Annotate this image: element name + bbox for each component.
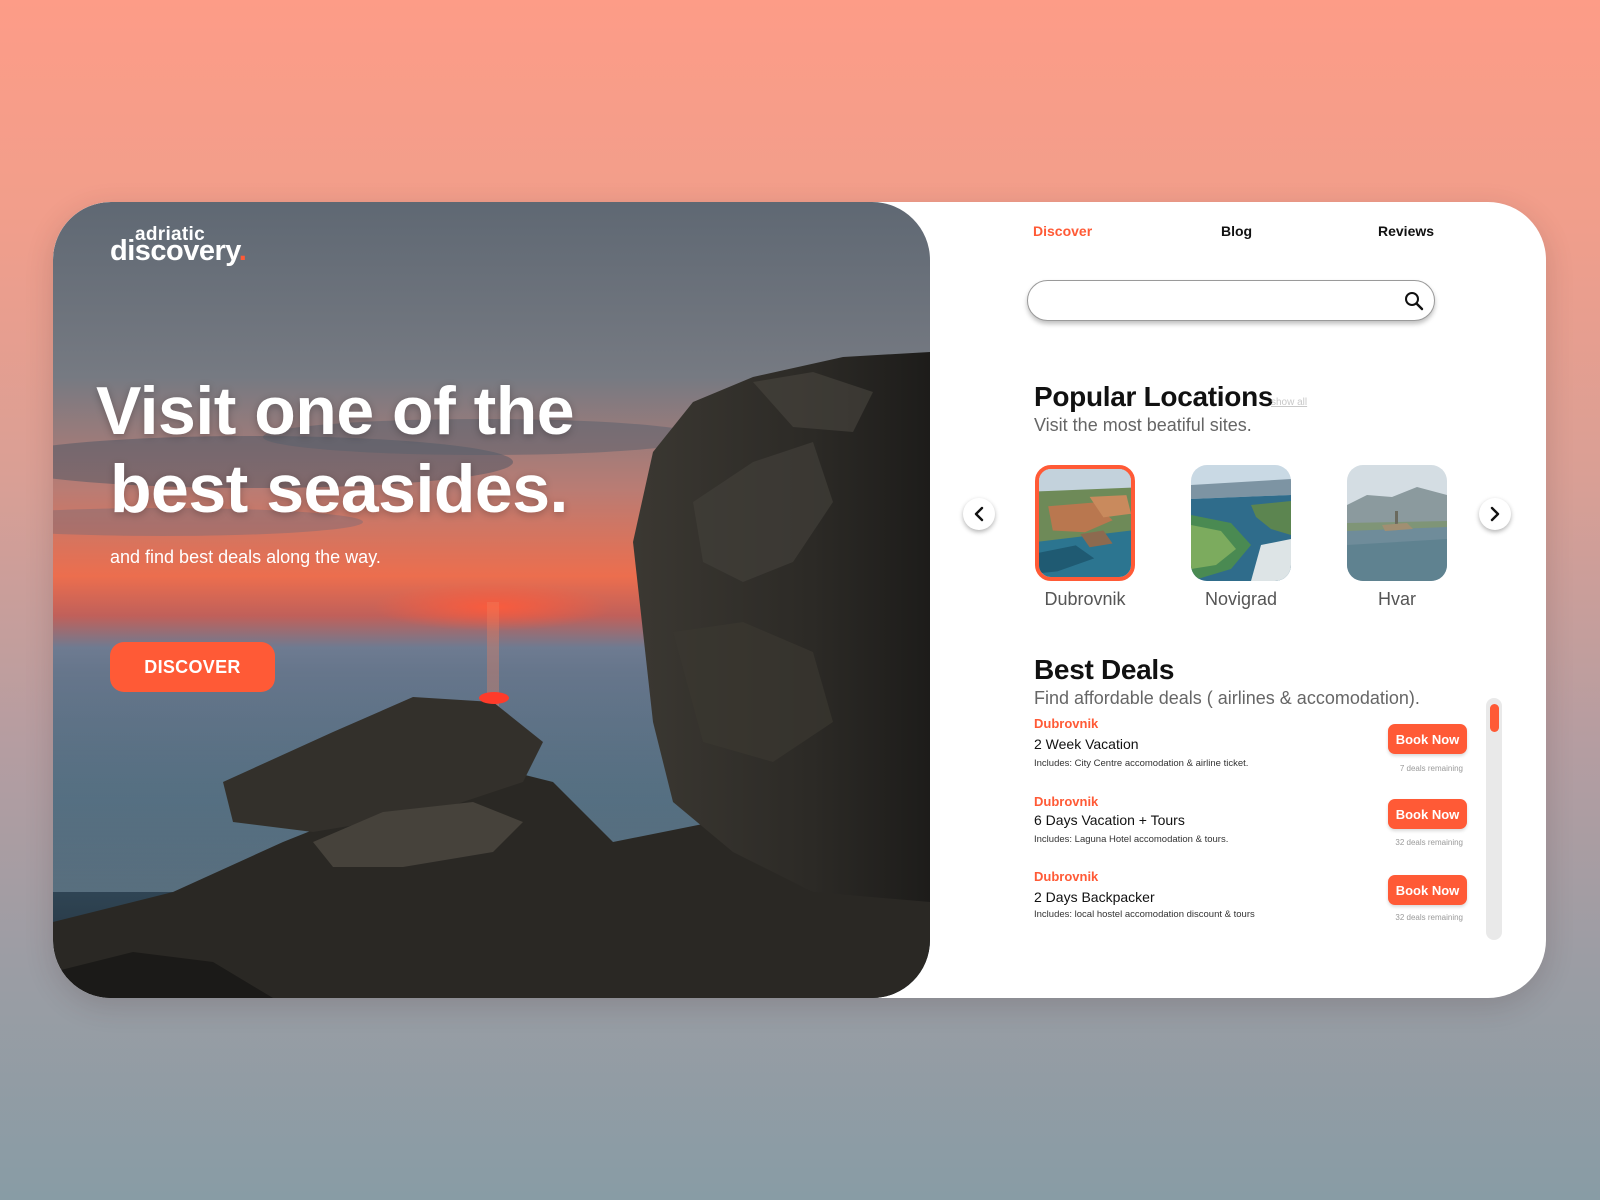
logo-dot: . — [238, 235, 247, 267]
carousel-next-button[interactable] — [1479, 498, 1511, 530]
best-deals-subtitle: Find affordable deals ( airlines & accom… — [1034, 688, 1420, 708]
search-icon[interactable] — [1404, 291, 1424, 311]
logo-main-text: discovery. — [110, 235, 247, 268]
deal-title: 2 Week Vacation — [1034, 736, 1139, 752]
main-card: adriatic discovery. Visit one of the bes… — [53, 202, 1546, 998]
book-now-button[interactable]: Book Now — [1388, 799, 1467, 829]
deals-scrollbar[interactable] — [1486, 698, 1502, 940]
deal-item: Dubrovnik 2 Week Vacation Includes: City… — [1034, 716, 1467, 786]
hero-background-image — [53, 202, 930, 998]
show-all-link[interactable]: show all — [1271, 397, 1307, 408]
deal-includes: Includes: Laguna Hotel accomodation & to… — [1034, 834, 1229, 845]
deal-item: Dubrovnik 2 Days Backpacker Includes: lo… — [1034, 869, 1467, 939]
deal-title: 6 Days Vacation + Tours — [1034, 812, 1185, 828]
best-deals-title: Best Deals — [1034, 654, 1175, 685]
popular-locations-title: Popular Locations — [1034, 381, 1274, 412]
novigrad-photo — [1191, 465, 1291, 581]
nav-reviews[interactable]: Reviews — [1378, 223, 1434, 239]
search-input[interactable] — [1044, 287, 1388, 315]
hvar-photo — [1347, 465, 1447, 581]
search-bar — [1027, 280, 1435, 321]
location-name: Dubrovnik — [1044, 589, 1126, 609]
deal-item: Dubrovnik 6 Days Vacation + Tours Includ… — [1034, 794, 1467, 864]
book-now-button[interactable]: Book Now — [1388, 724, 1467, 754]
deals-remaining: 7 deals remaining — [1399, 764, 1463, 773]
location-thumbnail — [1347, 465, 1447, 581]
carousel-prev-button[interactable] — [963, 498, 995, 530]
hero-title: Visit one of the best seasides. — [96, 372, 716, 528]
location-thumbnail — [1035, 465, 1135, 581]
location-name: Novigrad — [1204, 589, 1278, 609]
dubrovnik-photo — [1039, 469, 1131, 577]
deal-city: Dubrovnik — [1034, 869, 1099, 884]
deal-title: 2 Days Backpacker — [1034, 889, 1155, 905]
location-thumbnail — [1191, 465, 1291, 581]
deal-city: Dubrovnik — [1034, 794, 1099, 809]
hero-title-line1: Visit one of the — [96, 373, 575, 449]
hero-title-line2: best seasides. — [110, 451, 568, 527]
discover-button[interactable]: DISCOVER — [110, 642, 275, 692]
deal-includes: Includes: local hostel accomodation disc… — [1034, 909, 1255, 920]
book-now-button[interactable]: Book Now — [1388, 875, 1467, 905]
deals-remaining: 32 deals remaining — [1395, 838, 1463, 847]
hero-subtitle: and find best deals along the way. — [110, 547, 381, 567]
deals-remaining: 32 deals remaining — [1395, 913, 1463, 922]
nav-discover[interactable]: Discover — [1033, 223, 1092, 239]
popular-locations-subtitle: Visit the most beatiful sites. — [1034, 415, 1252, 435]
logo-main-word: discovery — [110, 235, 239, 267]
deal-city: Dubrovnik — [1034, 716, 1099, 731]
scrollbar-thumb[interactable] — [1490, 704, 1499, 732]
nav-blog[interactable]: Blog — [1221, 223, 1252, 239]
hero-section: adriatic discovery. Visit one of the bes… — [53, 202, 930, 998]
deal-includes: Includes: City Centre accomodation & air… — [1034, 758, 1249, 769]
chevron-left-icon — [974, 506, 984, 522]
chevron-right-icon — [1490, 506, 1500, 522]
location-name: Hvar — [1377, 589, 1416, 609]
